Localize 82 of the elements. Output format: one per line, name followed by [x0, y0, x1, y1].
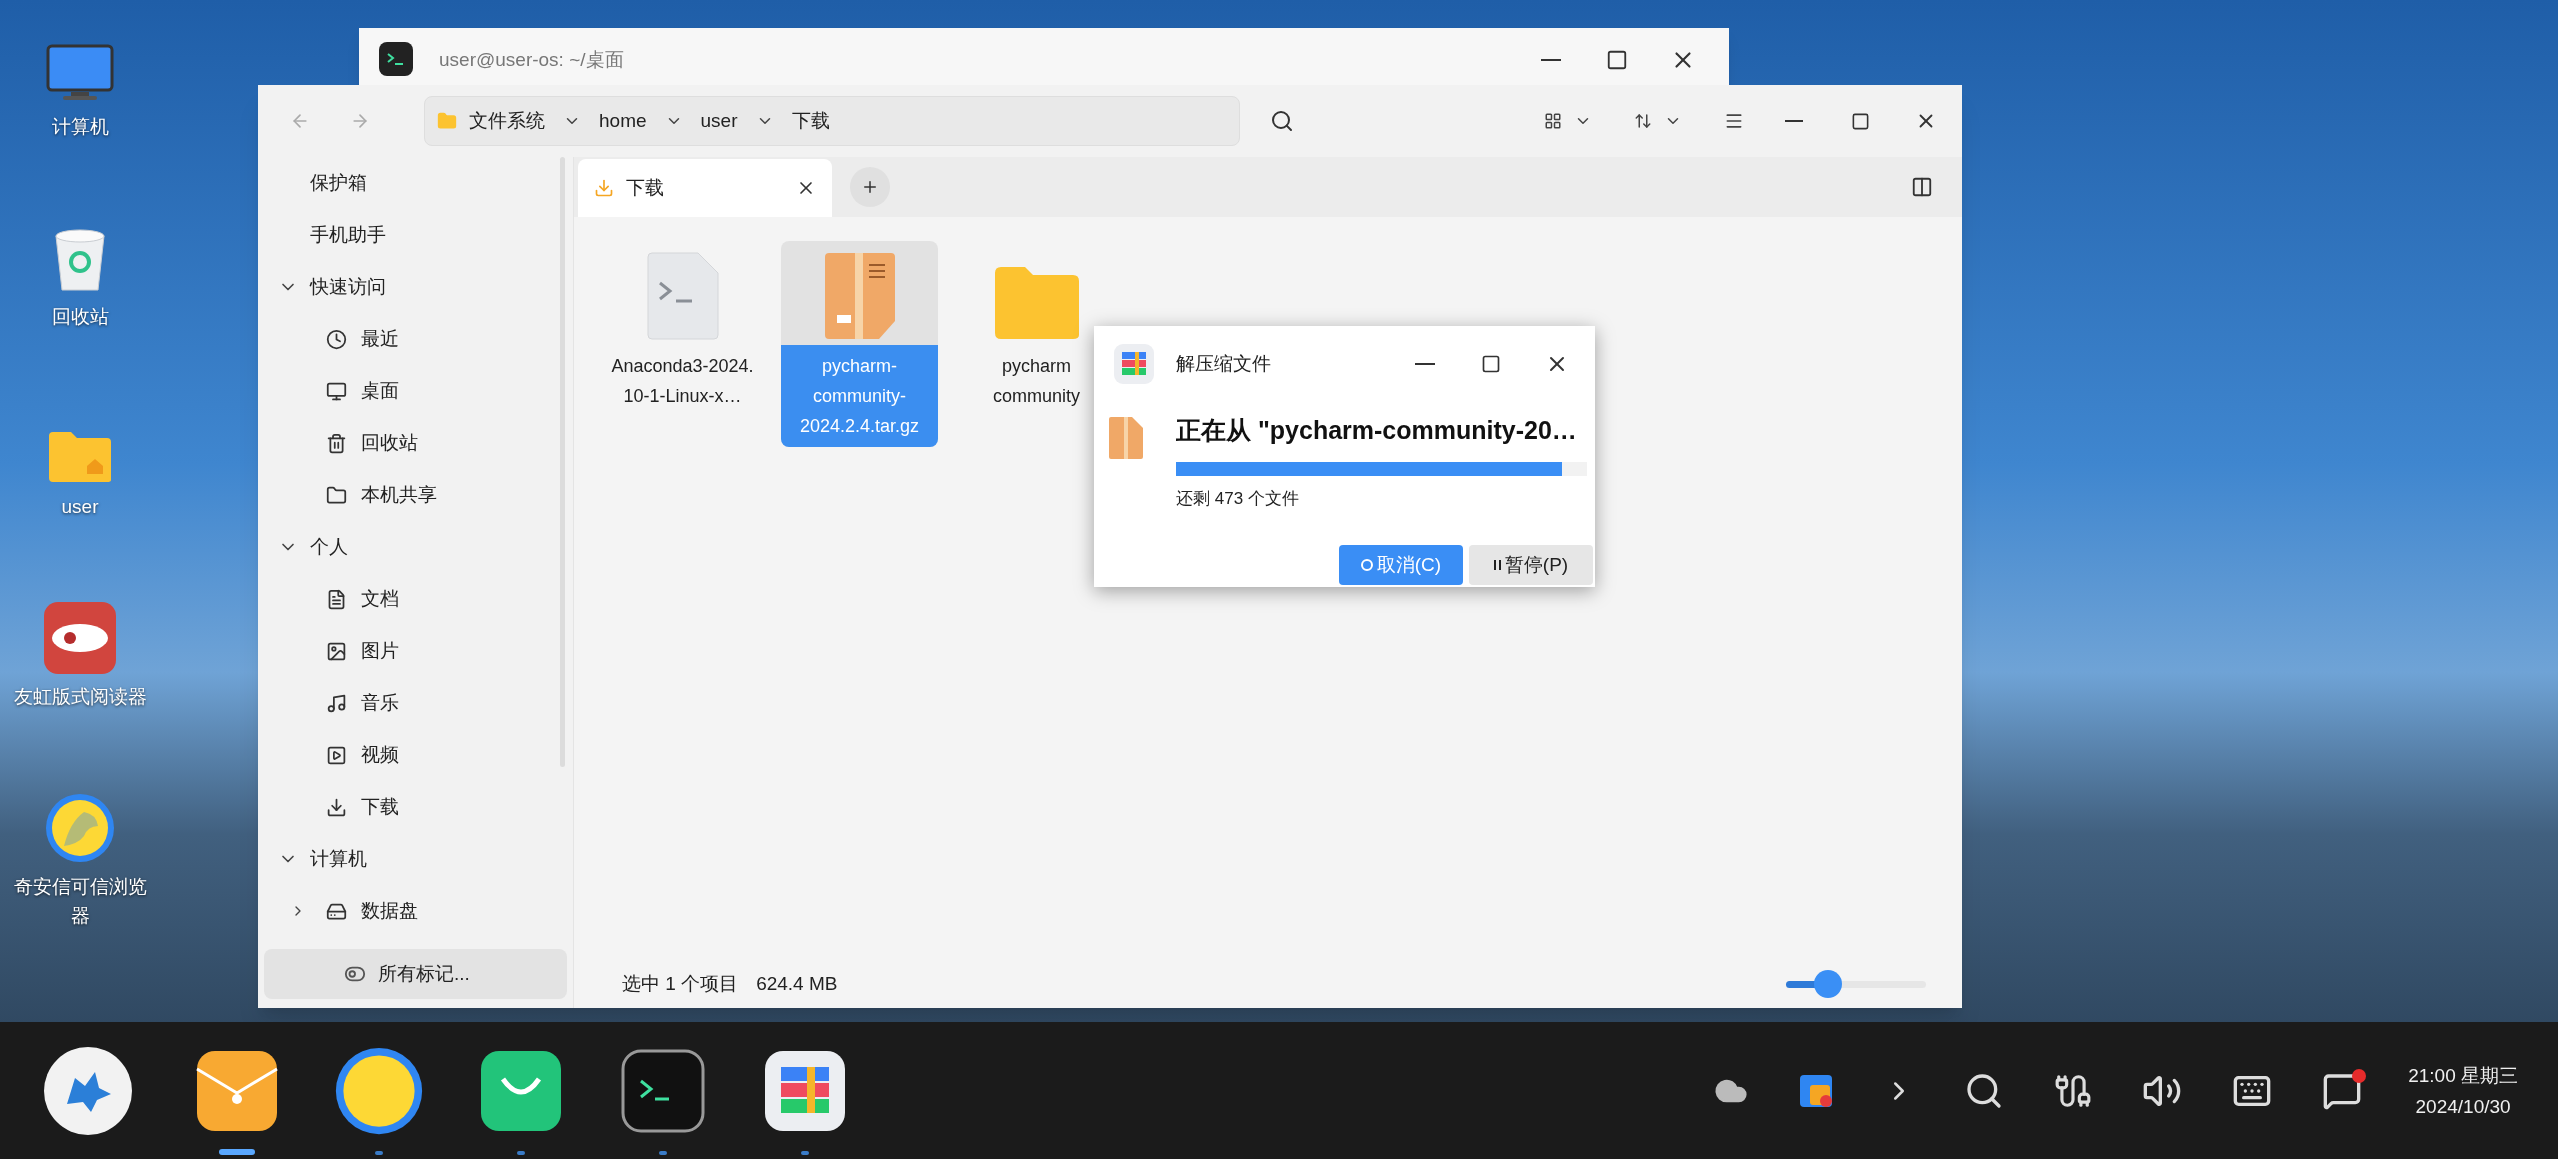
folder-icon — [437, 111, 457, 131]
remaining-files: 还剩 473 个文件 — [1176, 487, 1300, 510]
sidebar-item-icon — [326, 640, 347, 662]
tab[interactable]: 下载 — [578, 159, 832, 217]
breadcrumb-item[interactable]: 文件系统 — [469, 106, 545, 136]
sidebar-item-icon — [326, 328, 347, 350]
breadcrumb-item[interactable]: user — [700, 106, 738, 136]
search-icon — [1270, 109, 1294, 133]
maximize-icon — [1606, 49, 1628, 71]
sidebar-group-header[interactable]: 个人 — [258, 521, 573, 573]
sidebar-item-icon — [326, 796, 347, 818]
archiver-app-icon — [763, 1048, 847, 1133]
plus-icon — [861, 178, 879, 196]
sidebar-item-icon — [326, 484, 347, 506]
sort-icon — [1634, 112, 1652, 130]
sidebar-item[interactable]: 音乐 — [258, 677, 573, 729]
sidebar-item[interactable]: 保护箱 — [258, 157, 573, 209]
terminal-file-icon — [645, 251, 720, 341]
sidebar-item-icon — [326, 744, 347, 766]
sidebar-item-icon — [326, 380, 347, 402]
sidebar-group-header[interactable]: 快速访问 — [258, 261, 573, 313]
folder-icon — [992, 265, 1081, 341]
browser-app-icon — [44, 792, 116, 864]
minimize-icon — [1541, 59, 1561, 61]
terminal-app-icon — [379, 42, 413, 76]
maximize-icon — [1481, 354, 1501, 374]
clock-time[interactable]: 21:00 星期三 — [2408, 1059, 2518, 1091]
sidebar-item[interactable]: 回收站 — [258, 417, 573, 469]
tray-app-icon[interactable] — [1798, 1072, 1835, 1109]
archiver-app-icon — [1114, 344, 1154, 384]
selection-status: 选中 1 个项目 — [622, 971, 739, 996]
window-title: user@user-os: ~/桌面 — [439, 48, 624, 72]
sidebar-item[interactable]: 文档 — [258, 573, 573, 625]
sidebar-item[interactable]: 数据盘 — [258, 885, 573, 937]
desktop-icon-label[interactable]: 回收站 — [10, 302, 150, 331]
dialog-title: 解压缩文件 — [1176, 351, 1272, 376]
pause-icon — [1493, 560, 1501, 570]
archive-file-icon — [822, 251, 897, 341]
file-item[interactable]: Anaconda3-2024.10-1-Linux-x… — [604, 241, 761, 417]
desktop-icon-label[interactable]: 计算机 — [10, 112, 150, 141]
zoom-slider[interactable] — [1786, 971, 1926, 997]
archive-file-icon — [1108, 416, 1144, 460]
sidebar-item[interactable]: 视频 — [258, 729, 573, 781]
menu-icon — [1724, 111, 1744, 131]
breadcrumb-item[interactable]: 下载 — [791, 106, 830, 136]
terminal-app-icon — [621, 1048, 705, 1133]
grid-icon — [1544, 112, 1562, 130]
tags-button[interactable]: 所有标记... — [264, 949, 567, 999]
sidebar-item[interactable]: 本机共享 — [258, 469, 573, 521]
sidebar-group-header[interactable]: 计算机 — [258, 833, 573, 885]
size-status: 624.4 MB — [756, 971, 838, 996]
extract-heading: 正在从 "pycharm-community-20… — [1176, 415, 1578, 446]
store-app-icon — [479, 1048, 563, 1133]
sidebar-item[interactable]: 最近 — [258, 313, 573, 365]
breadcrumb-item[interactable]: home — [599, 106, 647, 136]
desktop-icon-label[interactable]: 奇安信可信浏览器 — [10, 872, 150, 930]
download-icon — [594, 178, 614, 198]
sidebar-item[interactable]: 下载 — [258, 781, 573, 833]
mail-app-icon — [195, 1048, 279, 1133]
file-item[interactable]: pycharm community — [958, 241, 1115, 417]
sidebar-item-icon — [326, 432, 347, 454]
pause-button[interactable]: 暂停(P) — [1469, 545, 1593, 585]
minimize-icon — [1785, 120, 1803, 122]
file-name: pycharm community — [992, 355, 1081, 408]
clock-date[interactable]: 2024/10/30 — [2415, 1090, 2511, 1122]
sidebar-item[interactable]: 手机助手 — [258, 209, 573, 261]
notification-button[interactable] — [2322, 1070, 2363, 1111]
breadcrumb-bar[interactable]: 文件系统 home user 下载 — [424, 96, 1240, 146]
file-name: pycharm-community-2024.2.4.tar.gz — [781, 345, 938, 447]
desktop-icon-label[interactable]: user — [10, 492, 150, 521]
minimize-icon — [1415, 363, 1435, 365]
sidebar-item[interactable]: 桌面 — [258, 365, 573, 417]
reader-app-icon — [44, 602, 116, 674]
maximize-icon — [1850, 111, 1870, 131]
sidebar-item-icon — [326, 588, 347, 610]
stop-icon — [1360, 559, 1373, 571]
side-panel-icon — [1911, 176, 1933, 198]
home-folder-icon — [47, 430, 113, 484]
file-name: Anaconda3-2024.10-1-Linux-x… — [610, 355, 755, 408]
sidebar-item[interactable]: 图片 — [258, 625, 573, 677]
sidebar-item-icon — [326, 692, 347, 714]
new-tab-button[interactable] — [850, 167, 890, 207]
